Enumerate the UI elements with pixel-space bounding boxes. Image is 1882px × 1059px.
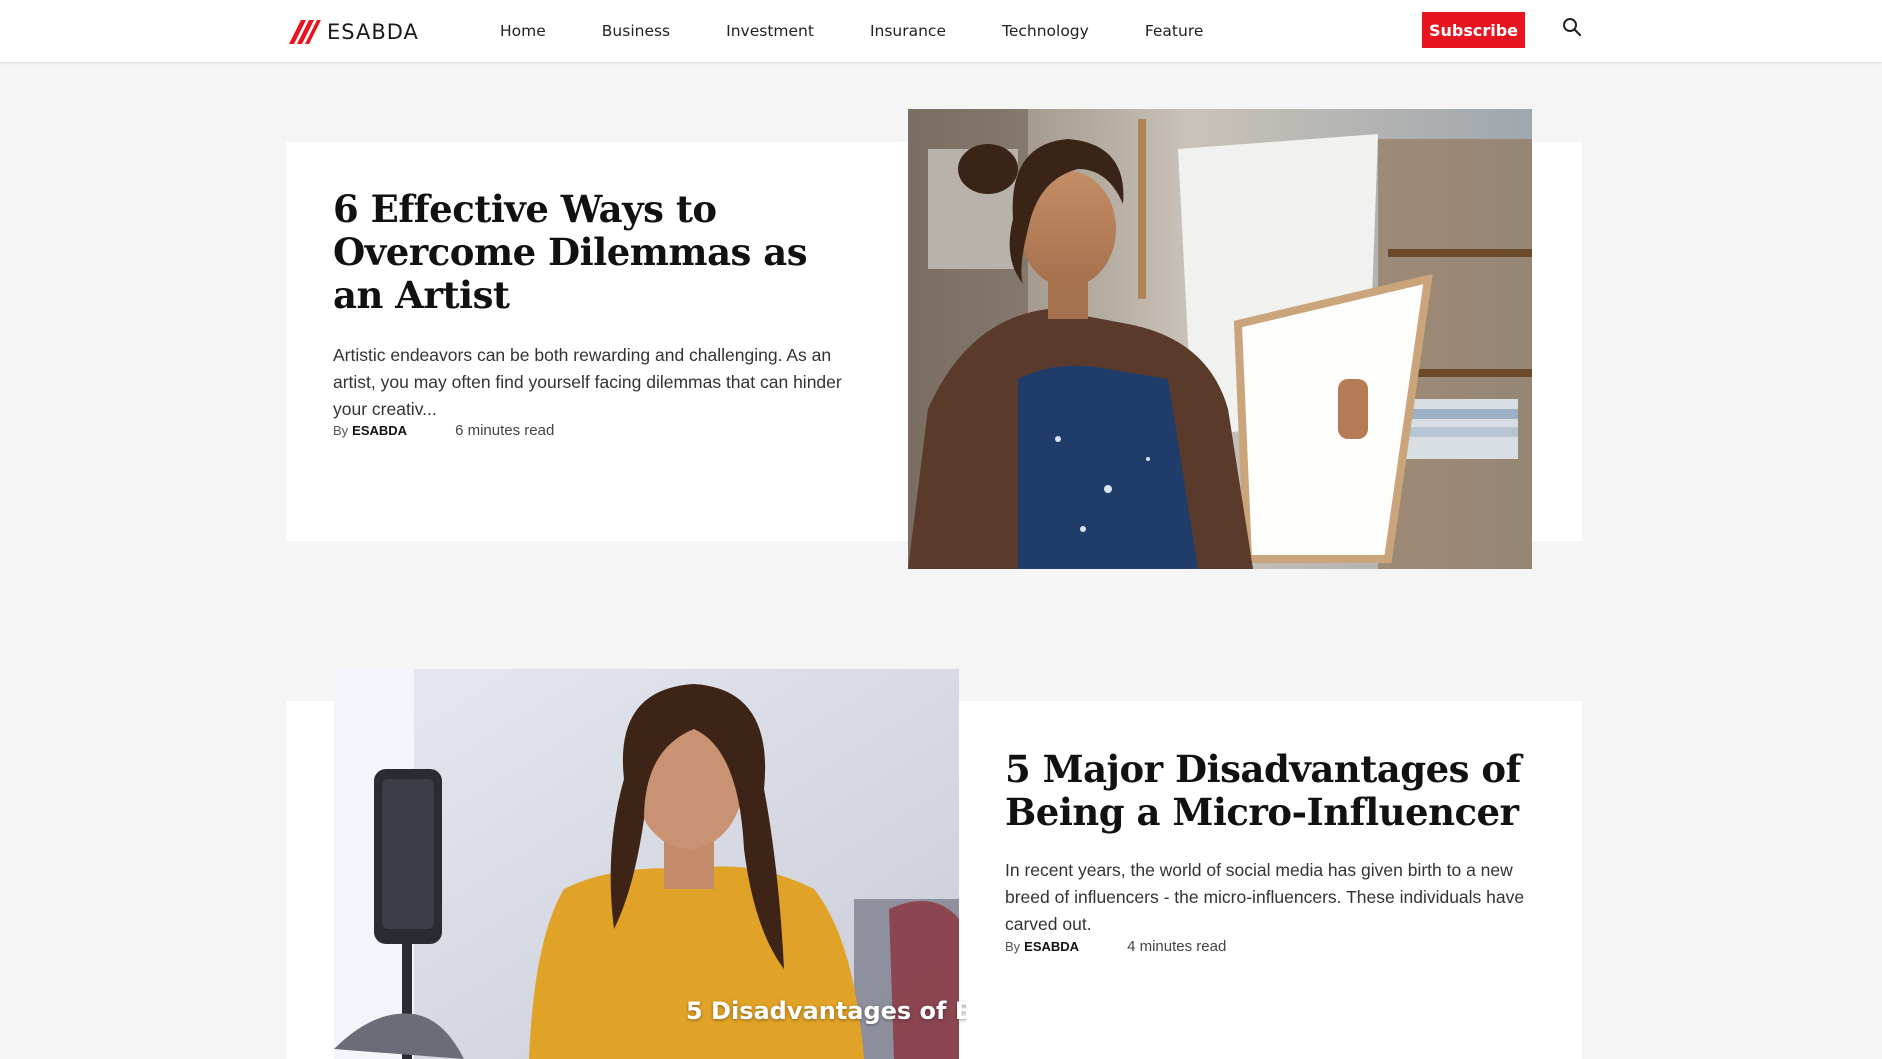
article-excerpt: Artistic endeavors can be both rewarding…	[333, 345, 842, 419]
article-author[interactable]: ESABDA	[1024, 939, 1079, 954]
logo-mark-icon	[289, 20, 321, 44]
nav-item-investment[interactable]: Investment	[726, 22, 814, 40]
article-title[interactable]: 5 Major Disadvantages of Being a Micro-I…	[1005, 748, 1525, 834]
read-time: 4 minutes read	[1127, 938, 1227, 955]
article-excerpt: In recent years, the world of social med…	[1005, 860, 1525, 934]
search-icon	[1563, 18, 1582, 37]
site-header: ESABDA Home Business Investment Insuranc…	[0, 0, 1882, 63]
logo-text: ESABDA	[327, 20, 419, 44]
nav-item-home[interactable]: Home	[500, 22, 546, 40]
article-title[interactable]: 6 Effective Ways to Overcome Dilemmas as…	[333, 188, 853, 317]
by-label: By	[333, 423, 349, 438]
nav-item-technology[interactable]: Technology	[1002, 22, 1089, 40]
article-author[interactable]: ESABDA	[352, 423, 407, 438]
main-nav: Home Business Investment Insurance Techn…	[500, 0, 1259, 62]
by-label: By	[1005, 939, 1021, 954]
nav-item-insurance[interactable]: Insurance	[870, 22, 946, 40]
read-time: 6 minutes read	[455, 422, 555, 439]
image-caption: 5 Disadvantages of Being a Micro-Influen…	[686, 997, 966, 1025]
article-meta: By ESABDA 4 minutes read	[1005, 938, 1226, 955]
search-button[interactable]	[1560, 15, 1584, 39]
nav-item-feature[interactable]: Feature	[1145, 22, 1204, 40]
artist-holding-canvas-photo[interactable]	[908, 109, 1532, 569]
subscribe-button[interactable]: Subscribe	[1422, 12, 1525, 48]
article-meta: By ESABDA 6 minutes read	[333, 422, 554, 439]
nav-item-business[interactable]: Business	[602, 22, 670, 40]
site-logo[interactable]: ESABDA	[287, 18, 419, 46]
